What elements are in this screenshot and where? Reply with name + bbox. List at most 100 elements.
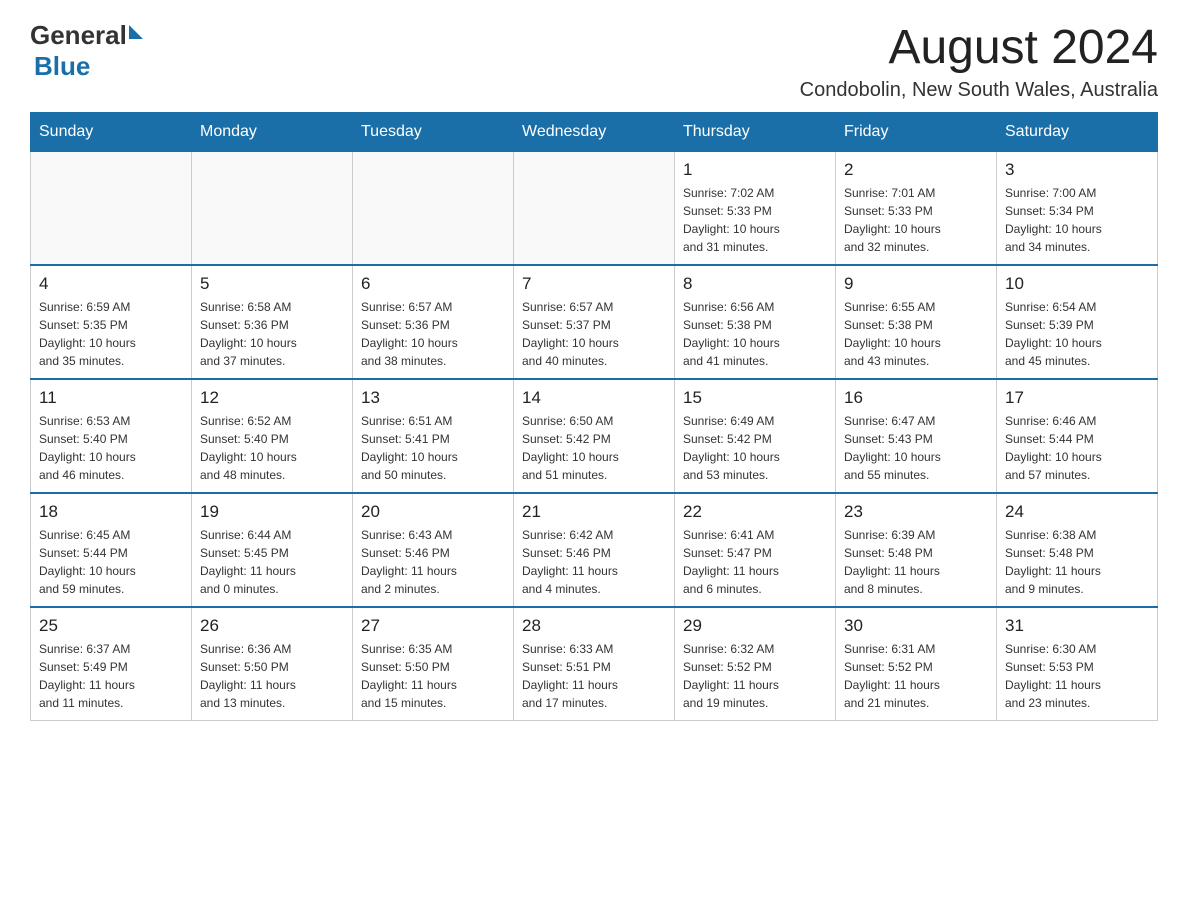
day-number: 5 [200, 274, 344, 294]
calendar-day-cell: 17Sunrise: 6:46 AM Sunset: 5:44 PM Dayli… [997, 379, 1158, 493]
day-number: 14 [522, 388, 666, 408]
calendar-day-cell: 7 Sunrise: 6:57 AM Sunset: 5:37 PM Daylig… [514, 265, 675, 379]
day-info: Sunrise: 6:59 AM Sunset: 5:35 PM Dayligh… [39, 298, 183, 370]
day-info: Sunrise: 6:30 AM Sunset: 5:53 PM Dayligh… [1005, 640, 1149, 712]
calendar-week-row: 4 Sunrise: 6:59 AM Sunset: 5:35 PM Daylig… [31, 265, 1158, 379]
day-info: Sunrise: 6:50 AM Sunset: 5:42 PM Dayligh… [522, 412, 666, 484]
day-info: Sunrise: 7:02 AM Sunset: 5:33 PM Dayligh… [683, 184, 827, 256]
calendar-header-monday: Monday [192, 113, 353, 152]
calendar-header-row: SundayMondayTuesdayWednesdayThursdayFrid… [31, 113, 1158, 152]
day-number: 22 [683, 502, 827, 522]
title-area: August 2024 Condobolin, New South Wales,… [800, 20, 1158, 102]
day-number: 6 [361, 274, 505, 294]
day-number: 2 [844, 160, 988, 180]
calendar-day-cell [353, 152, 514, 266]
calendar-day-cell: 26Sunrise: 6:36 AM Sunset: 5:50 PM Dayli… [192, 607, 353, 721]
calendar-day-cell: 8 Sunrise: 6:56 AM Sunset: 5:38 PM Daylig… [675, 265, 836, 379]
day-info: Sunrise: 6:43 AM Sunset: 5:46 PM Dayligh… [361, 526, 505, 598]
day-number: 21 [522, 502, 666, 522]
logo-triangle-icon [129, 25, 143, 39]
calendar-day-cell [192, 152, 353, 266]
calendar-day-cell: 20 Sunrise: 6:43 AM Sunset: 5:46 PM Dayli… [353, 493, 514, 607]
day-info: Sunrise: 6:57 AM Sunset: 5:37 PM Dayligh… [522, 298, 666, 370]
calendar-day-cell: 29 Sunrise: 6:32 AM Sunset: 5:52 PM Dayli… [675, 607, 836, 721]
day-info: Sunrise: 6:51 AM Sunset: 5:41 PM Dayligh… [361, 412, 505, 484]
calendar-day-cell: 31 Sunrise: 6:30 AM Sunset: 5:53 PM Dayli… [997, 607, 1158, 721]
day-info: Sunrise: 6:53 AM Sunset: 5:40 PM Dayligh… [39, 412, 183, 484]
calendar-week-row: 11 Sunrise: 6:53 AM Sunset: 5:40 PM Dayli… [31, 379, 1158, 493]
calendar-day-cell: 23Sunrise: 6:39 AM Sunset: 5:48 PM Dayli… [836, 493, 997, 607]
day-number: 27 [361, 616, 505, 636]
calendar-day-cell [31, 152, 192, 266]
calendar-week-row: 18 Sunrise: 6:45 AM Sunset: 5:44 PM Dayli… [31, 493, 1158, 607]
calendar-header-thursday: Thursday [675, 113, 836, 152]
calendar-day-cell: 24 Sunrise: 6:38 AM Sunset: 5:48 PM Dayli… [997, 493, 1158, 607]
calendar-day-cell: 28Sunrise: 6:33 AM Sunset: 5:51 PM Dayli… [514, 607, 675, 721]
day-info: Sunrise: 6:36 AM Sunset: 5:50 PM Dayligh… [200, 640, 344, 712]
logo-general: General [30, 20, 127, 51]
page-subtitle: Condobolin, New South Wales, Australia [800, 79, 1158, 102]
day-number: 1 [683, 160, 827, 180]
day-info: Sunrise: 6:54 AM Sunset: 5:39 PM Dayligh… [1005, 298, 1149, 370]
day-number: 18 [39, 502, 183, 522]
day-number: 19 [200, 502, 344, 522]
calendar-day-cell: 1 Sunrise: 7:02 AM Sunset: 5:33 PM Daylig… [675, 152, 836, 266]
calendar-day-cell: 4 Sunrise: 6:59 AM Sunset: 5:35 PM Daylig… [31, 265, 192, 379]
day-number: 3 [1005, 160, 1149, 180]
calendar-day-cell: 2 Sunrise: 7:01 AM Sunset: 5:33 PM Daylig… [836, 152, 997, 266]
calendar-day-cell: 27 Sunrise: 6:35 AM Sunset: 5:50 PM Dayli… [353, 607, 514, 721]
calendar-day-cell: 12Sunrise: 6:52 AM Sunset: 5:40 PM Dayli… [192, 379, 353, 493]
day-info: Sunrise: 6:52 AM Sunset: 5:40 PM Dayligh… [200, 412, 344, 484]
day-info: Sunrise: 6:56 AM Sunset: 5:38 PM Dayligh… [683, 298, 827, 370]
calendar-day-cell: 3 Sunrise: 7:00 AM Sunset: 5:34 PM Daylig… [997, 152, 1158, 266]
calendar-day-cell: 22 Sunrise: 6:41 AM Sunset: 5:47 PM Dayli… [675, 493, 836, 607]
day-info: Sunrise: 6:41 AM Sunset: 5:47 PM Dayligh… [683, 526, 827, 598]
day-info: Sunrise: 6:57 AM Sunset: 5:36 PM Dayligh… [361, 298, 505, 370]
day-info: Sunrise: 6:45 AM Sunset: 5:44 PM Dayligh… [39, 526, 183, 598]
calendar-day-cell: 10 Sunrise: 6:54 AM Sunset: 5:39 PM Dayli… [997, 265, 1158, 379]
day-info: Sunrise: 6:35 AM Sunset: 5:50 PM Dayligh… [361, 640, 505, 712]
day-number: 8 [683, 274, 827, 294]
day-info: Sunrise: 6:44 AM Sunset: 5:45 PM Dayligh… [200, 526, 344, 598]
calendar-week-row: 25Sunrise: 6:37 AM Sunset: 5:49 PM Dayli… [31, 607, 1158, 721]
day-number: 20 [361, 502, 505, 522]
calendar-day-cell [514, 152, 675, 266]
day-number: 17 [1005, 388, 1149, 408]
day-info: Sunrise: 7:00 AM Sunset: 5:34 PM Dayligh… [1005, 184, 1149, 256]
day-number: 15 [683, 388, 827, 408]
day-info: Sunrise: 6:39 AM Sunset: 5:48 PM Dayligh… [844, 526, 988, 598]
calendar-day-cell: 25Sunrise: 6:37 AM Sunset: 5:49 PM Dayli… [31, 607, 192, 721]
calendar-day-cell: 11 Sunrise: 6:53 AM Sunset: 5:40 PM Dayli… [31, 379, 192, 493]
day-number: 24 [1005, 502, 1149, 522]
page-title: August 2024 [800, 20, 1158, 75]
calendar-day-cell: 16Sunrise: 6:47 AM Sunset: 5:43 PM Dayli… [836, 379, 997, 493]
calendar-day-cell: 21 Sunrise: 6:42 AM Sunset: 5:46 PM Dayli… [514, 493, 675, 607]
page-header: General Blue August 2024 Condobolin, New… [30, 20, 1158, 102]
day-number: 31 [1005, 616, 1149, 636]
calendar-day-cell: 9Sunrise: 6:55 AM Sunset: 5:38 PM Daylig… [836, 265, 997, 379]
day-number: 4 [39, 274, 183, 294]
day-number: 13 [361, 388, 505, 408]
day-info: Sunrise: 6:33 AM Sunset: 5:51 PM Dayligh… [522, 640, 666, 712]
day-info: Sunrise: 6:38 AM Sunset: 5:48 PM Dayligh… [1005, 526, 1149, 598]
day-number: 7 [522, 274, 666, 294]
day-info: Sunrise: 6:58 AM Sunset: 5:36 PM Dayligh… [200, 298, 344, 370]
day-info: Sunrise: 6:32 AM Sunset: 5:52 PM Dayligh… [683, 640, 827, 712]
calendar-header-saturday: Saturday [997, 113, 1158, 152]
calendar-header-sunday: Sunday [31, 113, 192, 152]
day-number: 10 [1005, 274, 1149, 294]
day-number: 29 [683, 616, 827, 636]
day-number: 9 [844, 274, 988, 294]
calendar-day-cell: 14 Sunrise: 6:50 AM Sunset: 5:42 PM Dayli… [514, 379, 675, 493]
calendar-day-cell: 6 Sunrise: 6:57 AM Sunset: 5:36 PM Daylig… [353, 265, 514, 379]
calendar-day-cell: 19 Sunrise: 6:44 AM Sunset: 5:45 PM Dayli… [192, 493, 353, 607]
day-info: Sunrise: 6:42 AM Sunset: 5:46 PM Dayligh… [522, 526, 666, 598]
calendar-day-cell: 18 Sunrise: 6:45 AM Sunset: 5:44 PM Dayli… [31, 493, 192, 607]
calendar-header-friday: Friday [836, 113, 997, 152]
calendar-day-cell: 5 Sunrise: 6:58 AM Sunset: 5:36 PM Daylig… [192, 265, 353, 379]
day-number: 11 [39, 388, 183, 408]
day-number: 30 [844, 616, 988, 636]
day-info: Sunrise: 7:01 AM Sunset: 5:33 PM Dayligh… [844, 184, 988, 256]
day-info: Sunrise: 6:49 AM Sunset: 5:42 PM Dayligh… [683, 412, 827, 484]
logo: General Blue [30, 20, 143, 82]
